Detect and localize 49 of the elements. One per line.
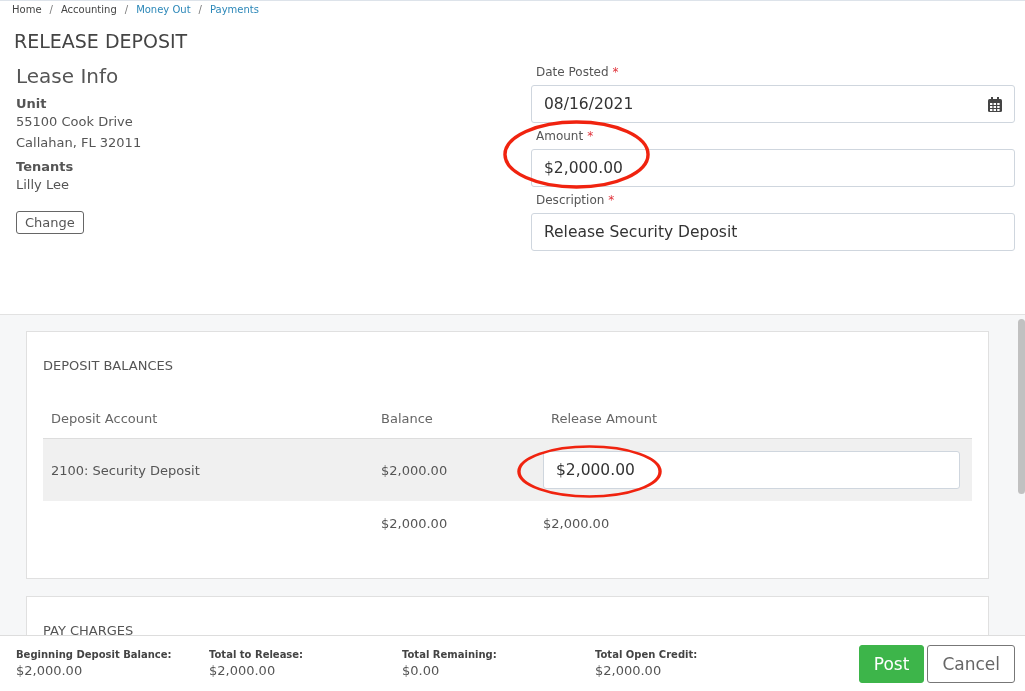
card-title: PAY CHARGES (43, 623, 134, 635)
calendar-icon (988, 96, 1002, 112)
field-value: Release Security Deposit (544, 223, 738, 241)
field-value: $2,000.00 (556, 461, 635, 479)
input-field[interactable]: Release Security Deposit (531, 213, 1015, 251)
table-cell-text: 2100: Security Deposit (50, 462, 201, 478)
column-header: Balance (380, 411, 434, 426)
summary-value: $2,000.00 (16, 663, 84, 678)
breadcrumb-separator: / (198, 4, 202, 15)
scrollbar-thumb[interactable] (1018, 319, 1025, 494)
cancel-button[interactable]: Cancel (927, 644, 1015, 683)
required-asterisk: * (587, 129, 594, 143)
field-label: Description (536, 193, 605, 207)
breadcrumb-separator: / (49, 4, 53, 15)
breadcrumb-link[interactable]: Money Out (136, 4, 191, 15)
breadcrumb-item[interactable]: Home (12, 4, 42, 15)
summary-label: Total Open Credit: (595, 649, 699, 660)
page-title: RELEASE DEPOSIT (14, 30, 189, 52)
info-heading: Tenants (16, 159, 75, 174)
breadcrumb-item[interactable]: Accounting (60, 4, 117, 15)
summary-label: Total to Release: (209, 649, 305, 660)
card-title: DEPOSIT BALANCES (43, 358, 174, 373)
total-cell-text: $2,000.00 (543, 515, 611, 531)
total-cell-text: $2,000.00 (380, 515, 449, 531)
input-field[interactable]: $2,000.00 (543, 451, 960, 489)
required-asterisk: * (612, 65, 619, 79)
info-text: Callahan, FL 32011 (16, 134, 143, 152)
section-title: Lease Info (16, 64, 120, 88)
input-field[interactable]: $2,000.00 (531, 149, 1015, 187)
info-text: Lilly Lee (16, 176, 70, 194)
field-label: Amount (536, 129, 584, 143)
required-asterisk: * (608, 193, 615, 207)
summary-value: $2,000.00 (595, 663, 663, 678)
table-cell-text: $2,000.00 (380, 462, 449, 478)
field-value: $2,000.00 (544, 159, 623, 177)
field-value: 08/16/2021 (544, 95, 634, 113)
field-label: Date Posted (536, 65, 609, 79)
summary-value: $2,000.00 (209, 663, 277, 678)
breadcrumb-link[interactable]: Payments (209, 4, 259, 15)
column-header: Deposit Account (50, 411, 159, 426)
info-heading: Unit (16, 96, 48, 111)
info-text: 55100 Cook Drive (16, 113, 134, 131)
summary-value: $0.00 (402, 663, 441, 678)
breadcrumb-separator: / (124, 4, 129, 15)
summary-label: Total Remaining: (402, 649, 498, 660)
change-button[interactable]: Change (16, 211, 84, 234)
summary-label: Beginning Deposit Balance: (16, 649, 173, 660)
column-header: Release Amount (550, 411, 658, 426)
date-field[interactable]: 08/16/2021 (531, 85, 1015, 123)
